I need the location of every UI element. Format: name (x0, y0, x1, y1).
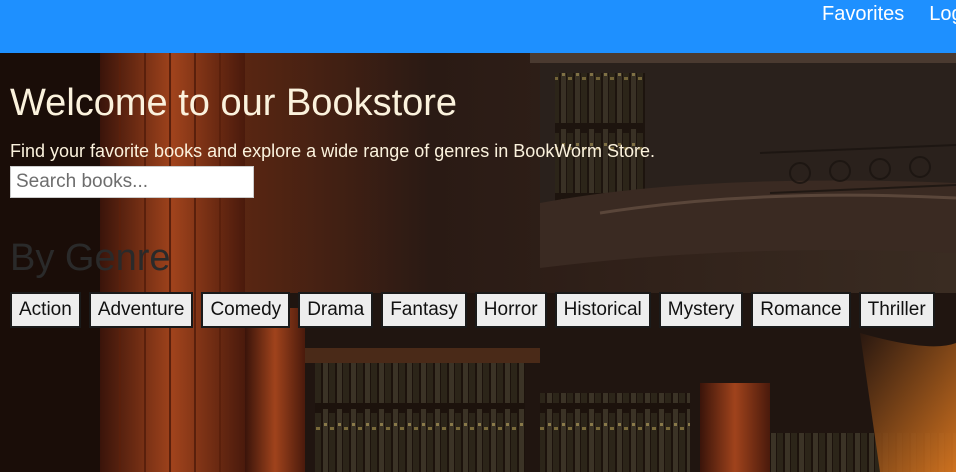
genre-button-comedy[interactable]: Comedy (201, 292, 291, 328)
genre-button-thriller[interactable]: Thriller (858, 292, 935, 328)
genre-button-historical[interactable]: Historical (554, 292, 651, 328)
genre-button-action[interactable]: Action (10, 292, 81, 328)
genre-button-mystery[interactable]: Mystery (658, 292, 744, 328)
nav-links: Favorites Log (822, 3, 956, 25)
genre-button-drama[interactable]: Drama (298, 292, 374, 328)
genre-heading: By Genre (10, 237, 171, 279)
genre-button-fantasy[interactable]: Fantasy (381, 292, 467, 328)
genre-button-group: Action Adventure Comedy Drama Fantasy Ho… (10, 292, 935, 328)
search-input[interactable] (10, 166, 254, 198)
genre-button-horror[interactable]: Horror (474, 292, 547, 328)
genre-button-romance[interactable]: Romance (751, 292, 851, 328)
hero-section: Welcome to our Bookstore Find your favor… (0, 53, 956, 472)
nav-link-favorites[interactable]: Favorites (822, 3, 904, 25)
page-subtitle: Find your favorite books and explore a w… (10, 141, 656, 161)
genre-button-adventure[interactable]: Adventure (88, 292, 194, 328)
top-nav-bar: Favorites Log (0, 0, 956, 53)
page-title: Welcome to our Bookstore (10, 82, 458, 124)
nav-link-login[interactable]: Log (929, 3, 956, 25)
